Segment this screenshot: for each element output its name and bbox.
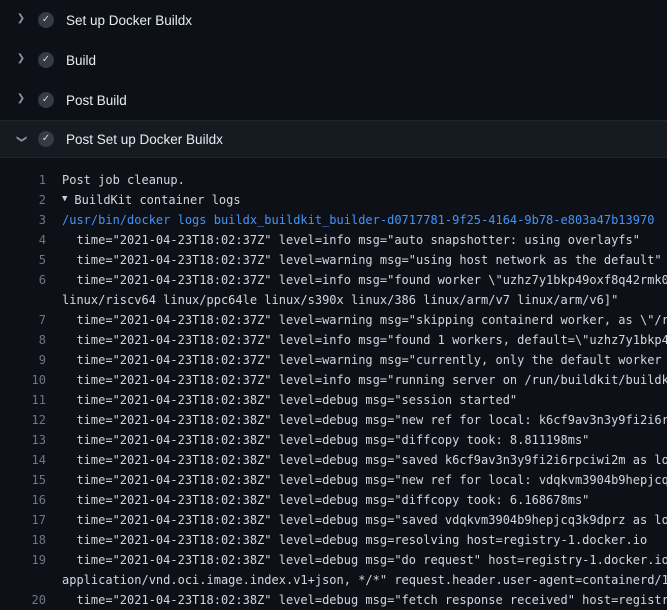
log-text: linux/riscv64 linux/ppc64le linux/s390x … <box>62 290 618 310</box>
line-number[interactable]: 3 <box>0 210 62 230</box>
log-line: 1 Post job cleanup. <box>0 170 667 190</box>
log-command-text: /usr/bin/docker logs buildx_buildkit_bui… <box>62 210 654 230</box>
log-line: 4 time="2021-04-23T18:02:37Z" level=info… <box>0 230 667 250</box>
line-number[interactable]: 7 <box>0 310 62 330</box>
line-number[interactable]: 8 <box>0 330 62 350</box>
chevron-right-icon: ❯ <box>14 14 28 24</box>
line-number[interactable]: 14 <box>0 450 62 470</box>
log-text: time="2021-04-23T18:02:38Z" level=debug … <box>62 470 667 490</box>
line-number <box>0 570 62 590</box>
check-circle-icon: ✓ <box>38 12 54 28</box>
triangle-down-icon: ▼ <box>62 189 67 209</box>
line-number[interactable]: 18 <box>0 530 62 550</box>
log-line: 18 time="2021-04-23T18:02:38Z" level=deb… <box>0 530 667 550</box>
step-label: Set up Docker Buildx <box>66 13 192 28</box>
log-line: 19 time="2021-04-23T18:02:38Z" level=deb… <box>0 550 667 570</box>
chevron-right-icon: ❯ <box>14 94 28 104</box>
line-number[interactable]: 2 <box>0 190 62 210</box>
log-text: time="2021-04-23T18:02:38Z" level=debug … <box>62 390 517 410</box>
line-number[interactable]: 19 <box>0 550 62 570</box>
log-text: time="2021-04-23T18:02:38Z" level=debug … <box>62 410 667 430</box>
line-number[interactable]: 1 <box>0 170 62 190</box>
line-number[interactable]: 5 <box>0 250 62 270</box>
log-text: Post job cleanup. <box>62 170 185 190</box>
line-number[interactable]: 9 <box>0 350 62 370</box>
line-number[interactable]: 13 <box>0 430 62 450</box>
log-line: 13 time="2021-04-23T18:02:38Z" level=deb… <box>0 430 667 450</box>
chevron-down-icon: ❯ <box>16 132 26 146</box>
log-line: 7 time="2021-04-23T18:02:37Z" level=warn… <box>0 310 667 330</box>
log-text: time="2021-04-23T18:02:37Z" level=info m… <box>62 270 667 290</box>
log-text: time="2021-04-23T18:02:37Z" level=info m… <box>62 230 640 250</box>
log-line: 10 time="2021-04-23T18:02:37Z" level=inf… <box>0 370 667 390</box>
log-text: time="2021-04-23T18:02:38Z" level=debug … <box>62 430 589 450</box>
log-line: 9 time="2021-04-23T18:02:37Z" level=warn… <box>0 350 667 370</box>
log-line-continuation: linux/riscv64 linux/ppc64le linux/s390x … <box>0 290 667 310</box>
log-group-title: BuildKit container logs <box>74 190 240 210</box>
log-line: 15 time="2021-04-23T18:02:38Z" level=deb… <box>0 470 667 490</box>
step-row-setup-docker-buildx[interactable]: ❯ ✓ Set up Docker Buildx <box>0 0 667 40</box>
check-circle-icon: ✓ <box>38 131 54 147</box>
check-circle-icon: ✓ <box>38 52 54 68</box>
step-label: Build <box>66 53 96 68</box>
line-number <box>0 290 62 310</box>
line-number[interactable]: 15 <box>0 470 62 490</box>
step-label: Post Set up Docker Buildx <box>66 132 223 147</box>
line-number[interactable]: 4 <box>0 230 62 250</box>
log-text: time="2021-04-23T18:02:37Z" level=warnin… <box>62 310 667 330</box>
workflow-steps: ❯ ✓ Set up Docker Buildx ❯ ✓ Build ❯ ✓ P… <box>0 0 667 158</box>
log-line: 5 time="2021-04-23T18:02:37Z" level=warn… <box>0 250 667 270</box>
line-number[interactable]: 10 <box>0 370 62 390</box>
log-line: 11 time="2021-04-23T18:02:38Z" level=deb… <box>0 390 667 410</box>
log-group-toggle[interactable]: 2 ▼ BuildKit container logs <box>0 190 667 210</box>
line-number[interactable]: 16 <box>0 490 62 510</box>
log-line: 12 time="2021-04-23T18:02:38Z" level=deb… <box>0 410 667 430</box>
log-text: time="2021-04-23T18:02:38Z" level=debug … <box>62 530 647 550</box>
log-text: time="2021-04-23T18:02:38Z" level=debug … <box>62 490 589 510</box>
log-text: application/vnd.oci.image.index.v1+json,… <box>62 570 667 590</box>
step-row-build[interactable]: ❯ ✓ Build <box>0 40 667 80</box>
log-line-command: 3 /usr/bin/docker logs buildx_buildkit_b… <box>0 210 667 230</box>
log-text: time="2021-04-23T18:02:38Z" level=debug … <box>62 450 667 470</box>
check-circle-icon: ✓ <box>38 92 54 108</box>
log-line-continuation: application/vnd.oci.image.index.v1+json,… <box>0 570 667 590</box>
log-text: time="2021-04-23T18:02:37Z" level=warnin… <box>62 250 662 270</box>
log-text: time="2021-04-23T18:02:37Z" level=warnin… <box>62 350 667 370</box>
line-number[interactable]: 11 <box>0 390 62 410</box>
log-line: 14 time="2021-04-23T18:02:38Z" level=deb… <box>0 450 667 470</box>
log-text: time="2021-04-23T18:02:38Z" level=debug … <box>62 510 667 530</box>
log-text: time="2021-04-23T18:02:38Z" level=debug … <box>62 550 667 570</box>
log-line: 17 time="2021-04-23T18:02:38Z" level=deb… <box>0 510 667 530</box>
log-output: 1 Post job cleanup. 2 ▼ BuildKit contain… <box>0 158 667 610</box>
line-number[interactable]: 17 <box>0 510 62 530</box>
log-text: time="2021-04-23T18:02:37Z" level=info m… <box>62 330 667 350</box>
log-line: 6 time="2021-04-23T18:02:37Z" level=info… <box>0 270 667 290</box>
chevron-right-icon: ❯ <box>14 54 28 64</box>
step-row-post-build[interactable]: ❯ ✓ Post Build <box>0 80 667 120</box>
line-number[interactable]: 12 <box>0 410 62 430</box>
log-text: time="2021-04-23T18:02:38Z" level=debug … <box>62 590 667 610</box>
log-text: time="2021-04-23T18:02:37Z" level=info m… <box>62 370 667 390</box>
line-number[interactable]: 6 <box>0 270 62 290</box>
log-line: 8 time="2021-04-23T18:02:37Z" level=info… <box>0 330 667 350</box>
log-line: 16 time="2021-04-23T18:02:38Z" level=deb… <box>0 490 667 510</box>
log-line: 20 time="2021-04-23T18:02:38Z" level=deb… <box>0 590 667 610</box>
line-number[interactable]: 20 <box>0 590 62 610</box>
step-row-post-setup-docker-buildx[interactable]: ❯ ✓ Post Set up Docker Buildx <box>0 120 667 158</box>
step-label: Post Build <box>66 93 127 108</box>
